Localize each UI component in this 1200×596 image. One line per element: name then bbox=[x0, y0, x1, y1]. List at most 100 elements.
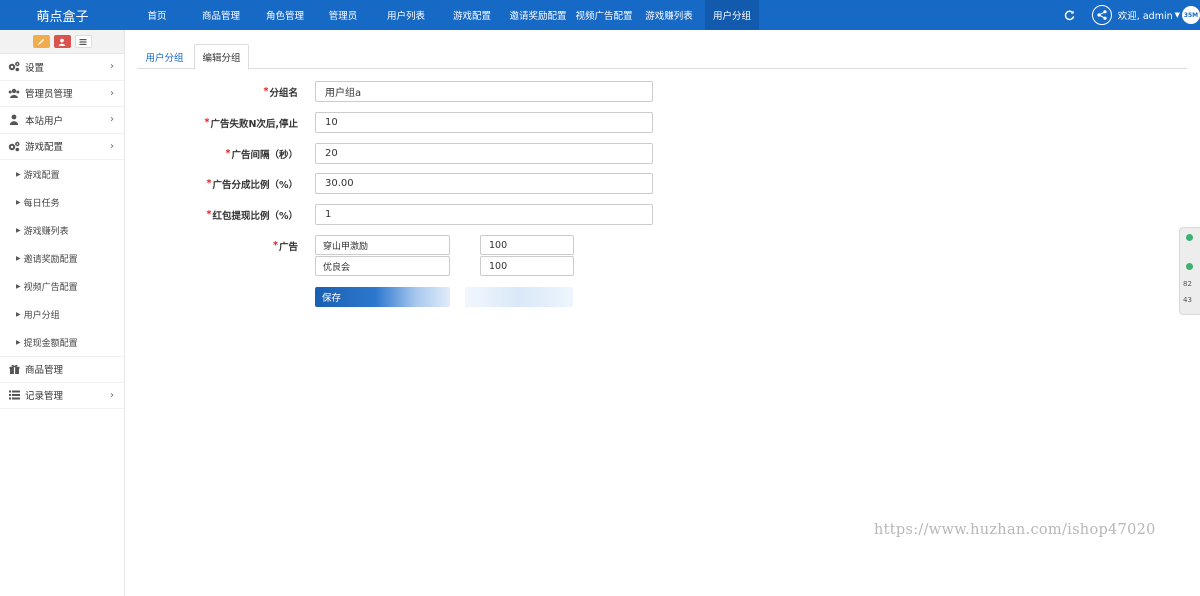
top-nav: 首页 商品管理 角色管理 管理员 用户列表 游戏配置 邀请奖励配置 视频广告配置… bbox=[125, 0, 759, 30]
sidebar-item-products[interactable]: 商品管理 bbox=[0, 356, 124, 383]
nav-item-user-list[interactable]: 用户列表 bbox=[369, 0, 443, 30]
nav-item-game-earn-list[interactable]: 游戏赚列表 bbox=[633, 0, 705, 30]
ad-weight-input-2[interactable]: 100 bbox=[480, 256, 574, 276]
caret-right-icon: ▶ bbox=[16, 254, 21, 262]
sidebar-subitem-label: 每日任务 bbox=[23, 198, 60, 209]
form-label-text: 分组名 bbox=[269, 87, 298, 99]
sidebar-subitem-label: 邀请奖励配置 bbox=[23, 254, 78, 265]
form-actions: 保存 bbox=[315, 287, 575, 307]
nav-item-home[interactable]: 首页 bbox=[125, 0, 189, 30]
required-mark: * bbox=[225, 148, 231, 159]
form-label: * 广告分成比例（%） bbox=[207, 173, 299, 194]
refresh-icon[interactable] bbox=[1064, 9, 1076, 21]
form-row-ad-fail-limit: * 广告失败N次后,停止 10 bbox=[137, 112, 1187, 133]
sidebar-subitem-label: 游戏配置 bbox=[23, 170, 60, 181]
nav-item-user-group[interactable]: 用户分组 bbox=[705, 0, 759, 30]
chevron-down-icon: › bbox=[110, 140, 114, 152]
form-label: * 广告失败N次后,停止 bbox=[204, 112, 298, 133]
caret-right-icon: ▶ bbox=[16, 226, 21, 234]
ad-name-input-2[interactable]: 优良会 bbox=[315, 256, 450, 276]
chevron-right-icon: › bbox=[110, 114, 114, 125]
sidebar-subitem-label: 用户分组 bbox=[23, 310, 60, 321]
sidebar-subitem-withdraw-amount[interactable]: ▶ 提现金额配置 bbox=[0, 328, 124, 356]
caret-down-icon[interactable]: ▼ bbox=[1175, 11, 1180, 19]
floating-toolbar[interactable]: 82 43 bbox=[1179, 227, 1200, 315]
ad-weight-input-1[interactable]: 100 bbox=[480, 235, 574, 255]
gears-icon bbox=[8, 61, 20, 73]
share-icon[interactable] bbox=[1091, 5, 1112, 25]
top-right-area: 欢迎, admin ▼ 35M bbox=[1064, 0, 1200, 30]
list-icon bbox=[79, 38, 87, 45]
shortcut-button-1[interactable] bbox=[32, 35, 50, 48]
save-button[interactable]: 保存 bbox=[315, 287, 450, 307]
form-row-redpacket-ratio: * 红包提现比例（%） 1 bbox=[137, 204, 1187, 225]
top-navbar: 萌点盒子 首页 商品管理 角色管理 管理员 用户列表 游戏配置 邀请奖励配置 视… bbox=[0, 0, 1200, 30]
sidebar-item-label: 商品管理 bbox=[25, 365, 64, 377]
sidebar-subitem-daily-tasks[interactable]: ▶ 每日任务 bbox=[0, 188, 124, 216]
form-label: * 广告 bbox=[273, 235, 298, 256]
sidebar-subitem-video-ads[interactable]: ▶ 视频广告配置 bbox=[0, 272, 124, 300]
form-row-ad-interval: * 广告间隔（秒） 20 bbox=[137, 143, 1187, 164]
form-label: * 广告间隔（秒） bbox=[226, 143, 298, 164]
sidebar-item-label: 设置 bbox=[25, 62, 45, 74]
nav-item-invite-reward[interactable]: 邀请奖励配置 bbox=[501, 0, 575, 30]
status-dot-icon bbox=[1186, 234, 1193, 241]
sidebar-subitem-label: 游戏赚列表 bbox=[23, 226, 69, 237]
sidebar-item-game-config[interactable]: 游戏配置 › bbox=[0, 134, 124, 160]
form-label-text: 广告分成比例（%） bbox=[212, 179, 298, 191]
sidebar-subitem-game-earn-list[interactable]: ▶ 游戏赚列表 bbox=[0, 216, 124, 244]
form-label: * 分组名 bbox=[264, 81, 298, 102]
nav-item-video-ads[interactable]: 视频广告配置 bbox=[575, 0, 633, 30]
sidebar-subitem-label: 视频广告配置 bbox=[23, 282, 78, 293]
form-row-ads: * 广告 bbox=[137, 235, 1187, 256]
required-mark: * bbox=[273, 240, 278, 251]
sidebar-item-records[interactable]: 记录管理 › bbox=[0, 383, 124, 409]
shortcut-button-2[interactable] bbox=[53, 35, 71, 48]
sidebar-toolbar bbox=[0, 30, 124, 54]
redpacket-ratio-input[interactable]: 1 bbox=[315, 204, 653, 225]
gift-icon bbox=[8, 363, 20, 375]
sidebar-subitem-game-config[interactable]: ▶ 游戏配置 bbox=[0, 160, 124, 188]
sidebar: 设置 › 管理员管理 › 本站用户 › 游戏配置 › ▶ 游戏配置 ▶ 每日任务 ▶… bbox=[0, 30, 125, 596]
form-label-text: 广告 bbox=[278, 241, 298, 253]
chevron-right-icon: › bbox=[110, 61, 114, 72]
chevron-right-icon: › bbox=[110, 87, 114, 99]
caret-right-icon: ▶ bbox=[16, 170, 21, 178]
widget-value-1: 82 bbox=[1183, 280, 1192, 288]
avatar[interactable]: 35M bbox=[1182, 6, 1200, 24]
sidebar-item-label: 记录管理 bbox=[25, 391, 64, 403]
group-name-input[interactable]: 用户组a bbox=[315, 81, 653, 102]
tab-edit-group[interactable]: 编辑分组 bbox=[194, 44, 249, 70]
sidebar-item-site-users[interactable]: 本站用户 › bbox=[0, 107, 124, 134]
sidebar-item-label: 本站用户 bbox=[25, 115, 64, 127]
required-mark: * bbox=[206, 209, 212, 220]
sidebar-subitem-user-group[interactable]: ▶ 用户分组 bbox=[0, 300, 124, 328]
watermark-url: https://www.huzhan.com/ishop47020 bbox=[874, 522, 1156, 538]
widget-value-2: 43 bbox=[1183, 296, 1192, 304]
ad-name-input-1[interactable]: 穿山甲激励 bbox=[315, 235, 450, 255]
pencil-icon bbox=[38, 38, 44, 45]
caret-right-icon: ▶ bbox=[16, 198, 21, 206]
shortcut-button-3[interactable] bbox=[74, 35, 92, 48]
welcome-user[interactable]: 欢迎, admin bbox=[1118, 8, 1173, 22]
nav-item-game-config[interactable]: 游戏配置 bbox=[443, 0, 501, 30]
sidebar-item-label: 游戏配置 bbox=[25, 142, 64, 154]
ad-fail-limit-input[interactable]: 10 bbox=[315, 112, 653, 133]
users-icon bbox=[8, 87, 20, 99]
nav-item-products[interactable]: 商品管理 bbox=[189, 0, 253, 30]
user-icon bbox=[8, 114, 20, 126]
required-mark: * bbox=[204, 117, 210, 128]
app-title: 萌点盒子 bbox=[36, 9, 89, 25]
tab-user-group[interactable]: 用户分组 bbox=[137, 44, 192, 69]
sidebar-item-settings[interactable]: 设置 › bbox=[0, 54, 124, 81]
tab-bar: 用户分组 编辑分组 bbox=[137, 44, 1187, 70]
ad-share-ratio-input[interactable]: 30.00 bbox=[315, 173, 653, 194]
sidebar-subitem-invite-reward[interactable]: ▶ 邀请奖励配置 bbox=[0, 244, 124, 272]
ad-interval-input[interactable]: 20 bbox=[315, 143, 653, 164]
gears-icon bbox=[8, 140, 20, 152]
nav-item-admins[interactable]: 管理员 bbox=[317, 0, 369, 30]
sidebar-subitem-label: 提现金额配置 bbox=[23, 338, 78, 349]
nav-item-roles[interactable]: 角色管理 bbox=[253, 0, 317, 30]
secondary-button[interactable] bbox=[465, 287, 573, 307]
sidebar-item-admin-mgmt[interactable]: 管理员管理 › bbox=[0, 81, 124, 107]
